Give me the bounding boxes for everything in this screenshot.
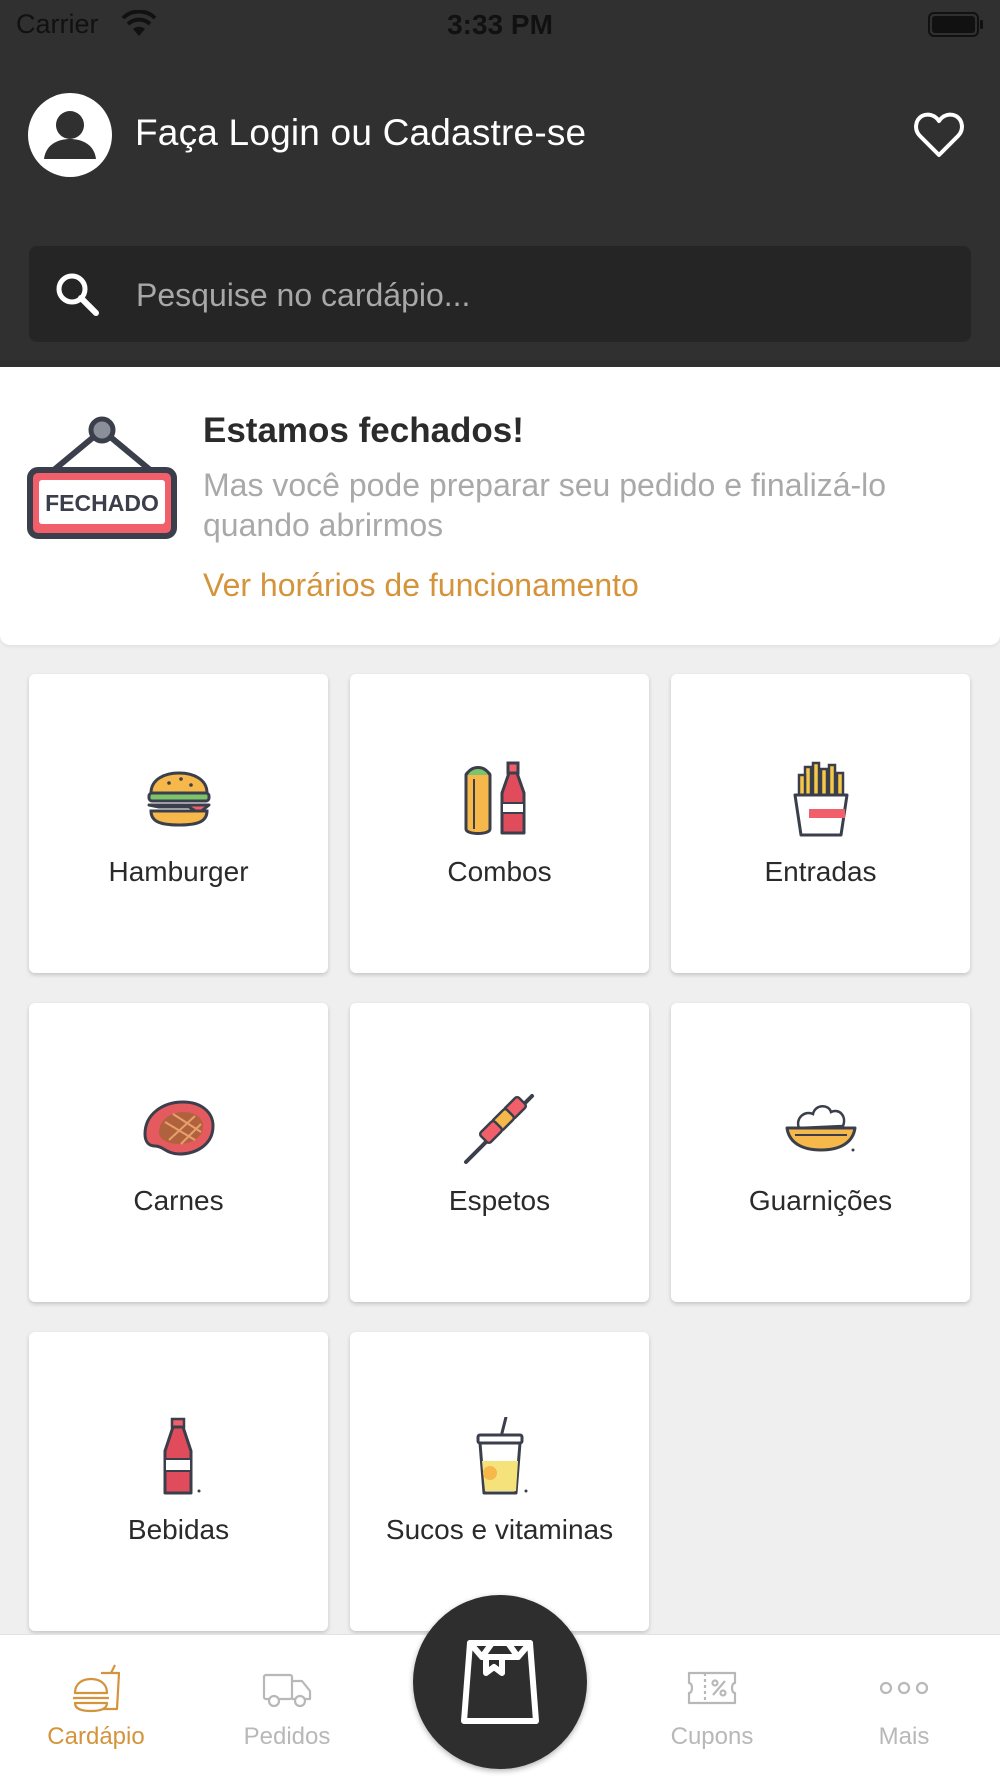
login-link[interactable]: Faça Login ou Cadastre-se <box>135 112 586 154</box>
category-hamburger[interactable]: Hamburger <box>29 674 328 973</box>
nav-label: Pedidos <box>243 1723 331 1750</box>
category-label: Combos <box>447 856 552 887</box>
category-sucos[interactable]: Sucos e vitaminas <box>350 1332 649 1631</box>
category-carnes[interactable]: Carnes <box>29 1003 328 1302</box>
category-label: Entradas <box>764 856 877 887</box>
closed-title: Estamos fechados! <box>203 411 524 450</box>
fries-icon <box>793 761 849 837</box>
more-dots-icon <box>879 1681 929 1695</box>
menu-food-icon <box>73 1664 121 1713</box>
nav-pedidos[interactable]: Pedidos <box>212 1635 362 1779</box>
category-entradas[interactable]: Entradas <box>671 674 970 973</box>
coupon-icon <box>687 1671 737 1705</box>
header-area: Carrier 3:33 PM Faça Login ou Cadastre-s… <box>0 0 1000 367</box>
category-label: Bebidas <box>127 1514 230 1545</box>
category-label: Carnes <box>133 1185 224 1216</box>
category-bebidas[interactable]: Bebidas <box>29 1332 328 1631</box>
nav-cardapio[interactable]: Cardápio <box>21 1635 171 1779</box>
nav-label: Cupons <box>670 1723 754 1750</box>
category-espetos[interactable]: Espetos <box>350 1003 649 1302</box>
closed-subtitle: Mas você pode preparar seu pedido e fina… <box>203 467 887 543</box>
opening-hours-link[interactable]: Ver horários de funcionamento <box>203 567 639 604</box>
battery-icon <box>928 12 983 37</box>
steak-icon <box>143 1100 215 1156</box>
category-combos[interactable]: Combos <box>350 674 649 973</box>
nav-label: Cardápio <box>47 1723 145 1750</box>
nav-cupons[interactable]: Cupons <box>637 1635 787 1779</box>
soda-bottle-icon <box>163 1417 201 1495</box>
status-bar: Carrier 3:33 PM <box>0 0 1000 50</box>
closed-sign-text: FECHADO <box>45 490 159 516</box>
nav-mais[interactable]: Mais <box>829 1635 979 1779</box>
shopping-bag-icon <box>461 1640 539 1724</box>
juice-cup-icon <box>476 1417 528 1495</box>
search-icon <box>56 273 99 316</box>
skewer-icon <box>464 1094 534 1164</box>
delivery-truck-icon <box>262 1673 312 1708</box>
cart-button[interactable] <box>413 1595 587 1769</box>
search-bar[interactable] <box>29 246 971 342</box>
closed-notice: FECHADO Estamos fechados! Mas você pode … <box>0 367 1000 645</box>
nav-label: Mais <box>878 1723 930 1750</box>
user-avatar-icon[interactable] <box>28 93 112 177</box>
category-guarnicoes[interactable]: Guarnições <box>671 1003 970 1302</box>
heart-icon[interactable] <box>912 108 966 162</box>
burger-icon <box>147 771 211 827</box>
closed-sign-icon: FECHADO <box>27 416 177 539</box>
category-label: Hamburger <box>108 856 249 887</box>
side-dish-icon <box>785 1105 857 1152</box>
category-label: Guarnições <box>748 1185 893 1216</box>
status-time: 3:33 PM <box>447 9 553 40</box>
combo-icon <box>464 761 526 835</box>
search-input[interactable] <box>134 266 938 324</box>
category-label: Espetos <box>448 1185 551 1216</box>
category-label: Sucos e vitaminas <box>385 1514 614 1545</box>
